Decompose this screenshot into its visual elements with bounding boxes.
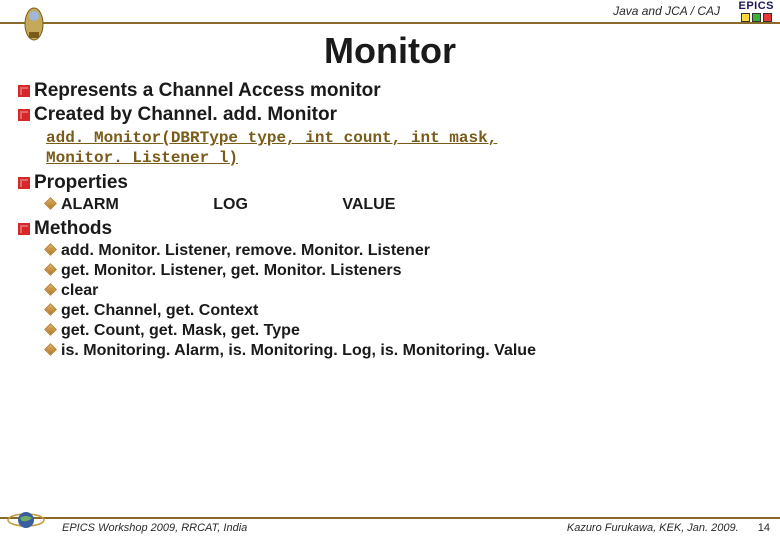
epics-logo: EPICS xyxy=(738,0,774,22)
slide-header: Java and JCA / CAJ EPICS xyxy=(0,0,780,24)
diamond-bullet-icon xyxy=(44,283,57,296)
method-add-remove-listener: add. Monitor. Listener, remove. Monitor.… xyxy=(46,242,762,260)
footer-globe-icon xyxy=(6,508,46,532)
method-get-listener: get. Monitor. Listener, get. Monitor. Li… xyxy=(46,262,762,280)
code-signature-line2: Monitor. Listener l) xyxy=(46,148,762,168)
slide-footer: EPICS Workshop 2009, RRCAT, India Kazuro… xyxy=(0,517,780,534)
method-is-monitoring: is. Monitoring. Alarm, is. Monitoring. L… xyxy=(46,342,762,360)
diamond-bullet-icon xyxy=(44,343,57,356)
bullet-methods: Methods xyxy=(18,218,762,240)
red-square-bullet-icon xyxy=(18,85,30,97)
properties-row: ALARM LOG VALUE xyxy=(46,196,762,214)
header-emblem-icon xyxy=(14,4,54,44)
red-square-bullet-icon xyxy=(18,109,30,121)
slide-title: Monitor xyxy=(0,30,780,72)
bullet-created-by: Created by Channel. add. Monitor xyxy=(18,104,762,126)
red-square-bullet-icon xyxy=(18,177,30,189)
code-signature-line1: add. Monitor(DBRType type, int count, in… xyxy=(46,128,762,148)
diamond-bullet-icon xyxy=(44,243,57,256)
diamond-bullet-icon xyxy=(44,303,57,316)
footer-left-text: EPICS Workshop 2009, RRCAT, India xyxy=(62,522,247,534)
header-subject: Java and JCA / CAJ xyxy=(613,4,720,18)
diamond-bullet-icon xyxy=(44,263,57,276)
method-clear: clear xyxy=(46,282,762,300)
epics-squares-icon xyxy=(738,13,774,22)
slide-content: Represents a Channel Access monitor Crea… xyxy=(0,80,780,360)
bullet-properties: Properties xyxy=(18,172,762,194)
red-square-bullet-icon xyxy=(18,223,30,235)
diamond-bullet-icon xyxy=(44,323,57,336)
footer-right-text: Kazuro Furukawa, KEK, Jan. 2009. xyxy=(567,522,739,534)
epics-logo-text: EPICS xyxy=(738,0,774,12)
method-get-channel-context: get. Channel, get. Context xyxy=(46,302,762,320)
diamond-bullet-icon xyxy=(44,197,57,210)
bullet-represents: Represents a Channel Access monitor xyxy=(18,80,762,102)
method-get-count-mask-type: get. Count, get. Mask, get. Type xyxy=(46,322,762,340)
page-number: 14 xyxy=(758,522,770,534)
